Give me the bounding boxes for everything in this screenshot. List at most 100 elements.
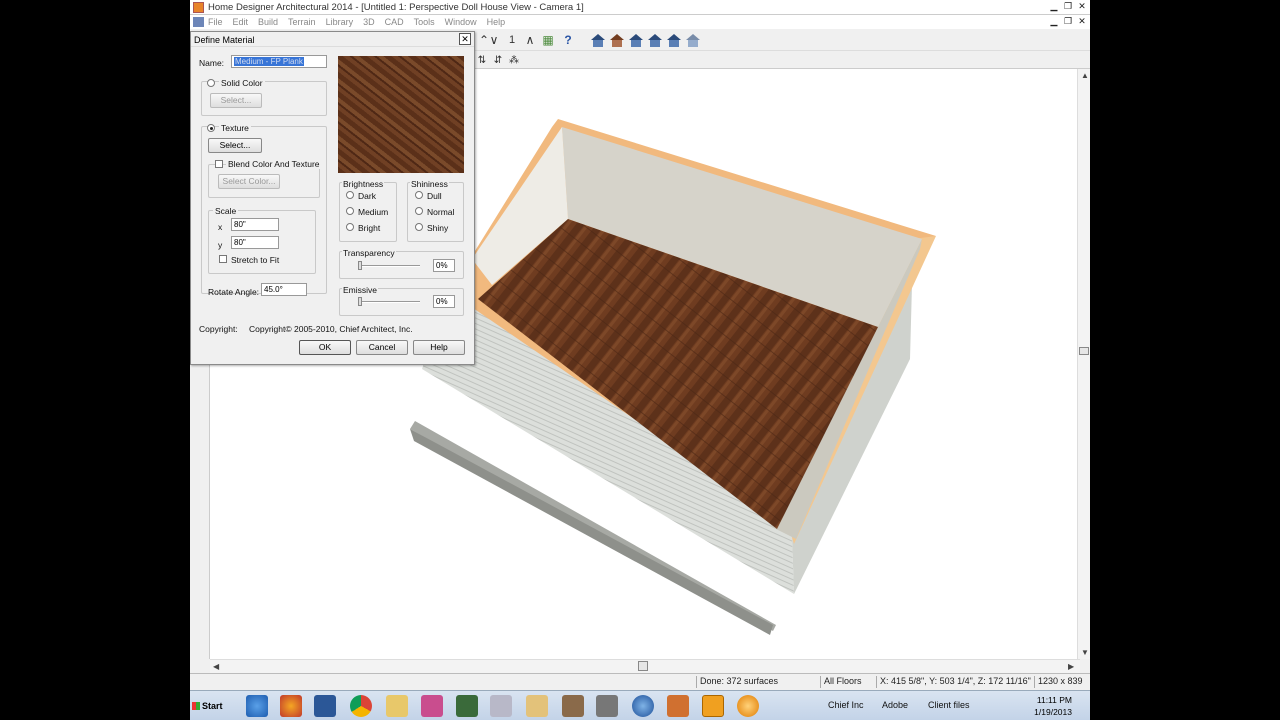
app-flower-icon[interactable] [737,695,759,717]
texture-radio[interactable] [207,124,215,132]
app-notes-icon[interactable] [526,695,548,717]
vertical-scroll-thumb[interactable] [1079,347,1089,355]
floor-down-icon[interactable]: ∨ [486,32,502,48]
app-2003-icon[interactable] [456,695,478,717]
brightness-dark-radio[interactable] [346,191,354,199]
menu-library[interactable]: Library [326,17,354,27]
rotate-label: Rotate Angle: [208,287,260,297]
clock-date: 1/19/2013 [1034,707,1072,717]
status-bar: Done: 372 surfaces All Floors X: 415 5/8… [190,673,1090,689]
horizontal-scrollbar[interactable]: ◀ ▶ [210,659,1080,673]
clock[interactable]: 11:11 PM 1/19/2013 [1034,694,1072,718]
camera-view-icon[interactable] [609,32,625,48]
cancel-button[interactable]: Cancel [356,340,408,355]
menu-build[interactable]: Build [258,17,278,27]
menu-tools[interactable]: Tools [414,17,435,27]
glass-house-view-icon[interactable] [685,32,701,48]
menu-window[interactable]: Window [445,17,477,27]
emissive-slider[interactable] [358,297,420,306]
home-designer-icon[interactable] [702,695,724,717]
brightness-medium-radio[interactable] [346,207,354,215]
house-view-icon[interactable] [590,32,606,48]
horizontal-scroll-thumb[interactable] [638,661,648,671]
blend-checkbox[interactable] [215,160,223,168]
transparency-label: Transparency [342,248,396,258]
minimize-icon[interactable]: ▁ [1048,1,1060,13]
brightness-bright-radio[interactable] [346,223,354,231]
elevation-view-icon[interactable] [647,32,663,48]
taskbar: Start Chief Inc Adobe Client files 11:11… [190,690,1090,720]
firefox-icon[interactable] [280,695,302,717]
help-button[interactable]: Help [413,340,465,355]
help-icon[interactable]: ? [560,32,576,48]
transparency-input[interactable]: 0% [433,259,455,272]
app-palette-icon[interactable] [667,695,689,717]
shininess-normal-radio[interactable] [415,207,423,215]
scale-x-label: x [218,222,223,232]
scale-label: Scale [213,206,239,216]
ie-icon[interactable] [246,695,268,717]
floor-up-icon[interactable]: ∧ [522,32,538,48]
menu-terrain[interactable]: Terrain [288,17,316,27]
shininess-shiny-radio[interactable] [415,223,423,231]
scale-y-input[interactable]: 80" [231,236,279,249]
scroll-right-icon[interactable]: ▶ [1068,662,1074,671]
app-tools-icon[interactable] [562,695,584,717]
emissive-thumb[interactable] [358,297,362,306]
emissive-label: Emissive [342,285,379,295]
scroll-up-icon[interactable]: ▲ [1081,71,1089,80]
copyright-value: Copyright© 2005-2010, Chief Architect, I… [249,324,413,334]
globe-icon[interactable] [632,695,654,717]
solid-color-label: Solid Color [219,78,265,88]
folder-icon[interactable] [386,695,408,717]
orbit-tool-icon[interactable]: ⇵ [490,52,506,68]
restore-icon[interactable]: ❐ [1062,1,1074,13]
footprints-icon[interactable]: ⁂ [506,52,522,68]
taskbar-item-chief[interactable]: Chief Inc [828,700,864,710]
name-input[interactable]: Medium - FP Plank [231,55,327,68]
walk-tool-icon[interactable]: ⇅ [474,52,490,68]
perspective-view-icon[interactable] [628,32,644,48]
vertical-scrollbar[interactable]: ▲ ▼ [1077,69,1090,659]
stretch-checkbox[interactable] [219,255,227,263]
taskbar-item-adobe[interactable]: Adobe [882,700,908,710]
emissive-input[interactable]: 0% [433,295,455,308]
start-button[interactable]: Start [192,696,226,716]
document-icon [193,17,204,27]
paint-icon[interactable] [421,695,443,717]
transparency-slider[interactable] [358,261,420,270]
select-color-button[interactable]: Select Color... [218,174,280,189]
dialog-close-icon[interactable]: ✕ [459,33,471,45]
menu-cad[interactable]: CAD [385,17,404,27]
menu-edit[interactable]: Edit [233,17,249,27]
transparency-thumb[interactable] [358,261,362,270]
shininess-dull-label: Dull [427,191,442,201]
app-x-icon[interactable] [490,695,512,717]
scale-x-input[interactable]: 80" [231,218,279,231]
menu-help[interactable]: Help [487,17,506,27]
library-icon[interactable]: ▦ [540,32,556,48]
doc-minimize-icon[interactable]: ▁ [1048,16,1060,28]
texture-select-button[interactable]: Select... [208,138,262,153]
taskbar-item-client-files[interactable]: Client files [928,700,970,710]
doc-restore-icon[interactable]: ❐ [1062,16,1074,28]
brightness-medium-label: Medium [358,207,389,217]
shininess-dull-radio[interactable] [415,191,423,199]
doc-close-icon[interactable]: ✕ [1076,16,1088,28]
solid-color-radio[interactable] [207,79,215,87]
scroll-down-icon[interactable]: ▼ [1081,648,1089,657]
chrome-icon[interactable] [350,695,372,717]
close-icon[interactable]: ✕ [1076,1,1088,13]
rotate-input[interactable]: 45.0° [261,283,307,296]
window-controls: ▁ ❐ ✕ [1048,1,1088,13]
app-sony-icon[interactable] [596,695,618,717]
floor-number[interactable]: 1 [504,32,520,48]
doll-house-view-icon[interactable] [666,32,682,48]
word-icon[interactable] [314,695,336,717]
ok-button[interactable]: OK [299,340,351,355]
menu-3d[interactable]: 3D [363,17,375,27]
solid-select-button[interactable]: Select... [210,93,262,108]
scroll-left-icon[interactable]: ◀ [213,662,219,671]
menu-file[interactable]: File [208,17,223,27]
scale-y-label: y [218,240,223,250]
